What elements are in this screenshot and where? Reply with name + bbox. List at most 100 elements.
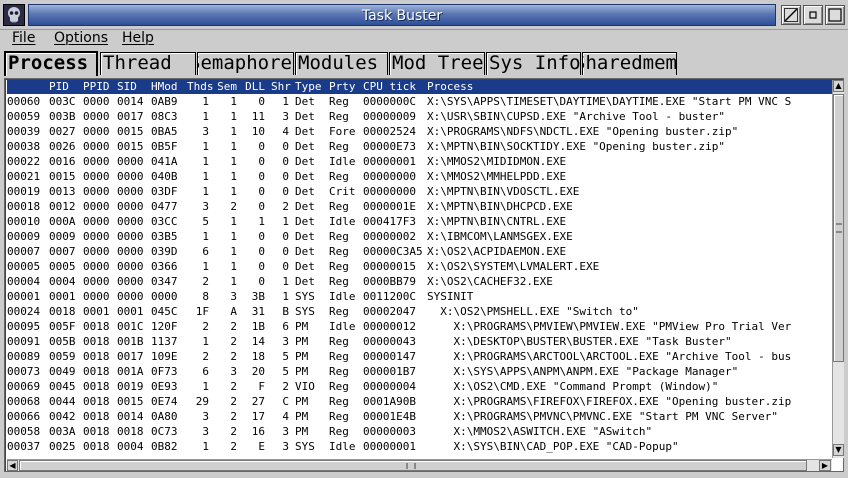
table-cell: Det <box>295 275 315 288</box>
table-cell: E <box>258 440 265 453</box>
table-cell: 0001A90B <box>363 395 416 408</box>
table-cell: PM <box>295 320 309 333</box>
table-row[interactable]: 00059 003B 0000 0017 08C3 1 1 11 3 Det Reg 00000009… <box>7 109 832 124</box>
table-row[interactable]: 00001 0001 0000 0000 0000 8 3 3B 1 SYS Idle 0011200… <box>7 289 832 304</box>
table-cell: 003C <box>49 95 76 108</box>
table-cell: 3 <box>282 110 289 123</box>
table-cell: 00000000 <box>363 170 416 183</box>
table-cell: 00068 <box>7 395 41 408</box>
table-cell: Det <box>295 170 315 183</box>
resize-icon[interactable] <box>781 5 801 25</box>
table-row[interactable]: 00021 0015 0000 0000 040B 1 1 0 0 Det Reg 00000000 X… <box>7 169 832 184</box>
table-cell: 1 <box>230 230 237 243</box>
scroll-down-arrow-icon[interactable]: ▼ <box>833 444 844 456</box>
table-cell: 0000BB79 <box>363 275 416 288</box>
table-row[interactable]: 00039 0027 0000 0015 0BA5 3 1 10 4 Det Fore 0000252… <box>7 124 832 139</box>
table-row[interactable]: 00018 0012 0000 0000 0477 3 2 0 2 Det Reg 0000001E X… <box>7 199 832 214</box>
table-cell: X:\USR\SBIN\CUPSD.EXE "Archive Tool - bu… <box>427 110 726 123</box>
tab-mod-tree[interactable]: Mod Tree <box>389 52 485 75</box>
process-list[interactable]: PID PPID SID HMod Thds Sem DLL Shr Type Prty CPU t… <box>4 78 844 472</box>
table-row[interactable]: 00019 0013 0000 0000 03DF 1 1 0 0 Det Crit 00000000… <box>7 184 832 199</box>
table-cell: 00037 <box>7 440 41 453</box>
vertical-scrollbar[interactable]: ▲ ▼ <box>832 80 844 458</box>
table-cell: 00022 <box>7 155 41 168</box>
table-row[interactable]: 00066 0042 0018 0014 0A80 3 2 17 4 PM Reg 00001E4B … <box>7 409 832 424</box>
tab-thread[interactable]: Thread <box>100 52 196 75</box>
scroll-right-arrow-icon[interactable]: ▶ <box>819 460 831 471</box>
tab-modules[interactable]: Modules <box>295 52 388 75</box>
table-cell: Reg <box>329 245 349 258</box>
table-row[interactable]: 00037 0025 0018 0004 0B82 1 2 E 3 SYS Idle 00000001… <box>7 439 832 454</box>
table-row[interactable]: 00007 0007 0000 0000 039D 6 1 0 0 Det Reg 00000C3A5… <box>7 244 832 259</box>
table-cell: 0477 <box>151 200 178 213</box>
table-row[interactable]: 00060 003C 0000 0014 0AB9 1 1 0 1 Det Reg 0000000C X… <box>7 94 832 109</box>
table-cell: 2 <box>230 350 237 363</box>
table-cell: 29 <box>195 395 209 408</box>
table-row[interactable]: 00009 0009 0000 0000 03B5 1 1 0 0 Det Reg 00000002 X… <box>7 229 832 244</box>
table-row[interactable]: 00068 0044 0018 0015 0E74 29 2 27 C PM Reg 0001A90B… <box>7 394 832 409</box>
vertical-scroll-thumb[interactable] <box>833 94 844 362</box>
table-cell: 0000 <box>117 155 144 168</box>
table-cell: 31 <box>251 305 265 318</box>
table-row[interactable]: 00024 0018 0001 0001 045C 1F A 31 B SYS Reg 0000204… <box>7 304 832 319</box>
table-cell: 00000001 <box>363 155 416 168</box>
title-bar[interactable]: Task Buster <box>0 0 848 30</box>
table-cell: X:\PROGRAMS\PMVIEW\PMVIEW.EXE "PMView Pr… <box>427 320 792 333</box>
table-cell: Det <box>295 230 315 243</box>
table-cell: 003A <box>49 425 76 438</box>
table-row[interactable]: 00022 0016 0000 0000 041A 1 1 0 0 Det Idle 00000001… <box>7 154 832 169</box>
table-cell: 1 <box>282 290 289 303</box>
menu-file[interactable]: File <box>12 30 35 46</box>
table-row[interactable]: 00091 005B 0018 001B 1137 1 2 14 3 PM Reg 00000043 … <box>7 334 832 349</box>
column-header-prty: Prty <box>329 80 356 93</box>
table-row[interactable]: 00089 0059 0018 0017 109E 2 2 18 5 PM Reg 00000147 … <box>7 349 832 364</box>
table-row[interactable]: 00005 0005 0000 0000 0366 1 1 0 0 Det Reg 00000015 X… <box>7 259 832 274</box>
table-cell: 00019 <box>7 185 41 198</box>
table-cell: 2 <box>230 440 237 453</box>
table-cell: Det <box>295 95 315 108</box>
table-cell: 1 <box>282 275 289 288</box>
tab-semaphore[interactable]: Semaphore <box>197 52 294 75</box>
table-cell: 00000002 <box>363 230 416 243</box>
table-cell: 045C <box>151 305 178 318</box>
table-cell: Reg <box>329 170 349 183</box>
table-row[interactable]: 00038 0026 0000 0015 0B5F 1 1 0 0 Det Reg 00000E73 X… <box>7 139 832 154</box>
table-row[interactable]: 00095 005F 0018 001C 120F 2 2 1B 6 PM Idle 00000012… <box>7 319 832 334</box>
table-cell: 20 <box>251 365 265 378</box>
menu-options[interactable]: Options <box>54 30 108 46</box>
table-row[interactable]: 00004 0004 0000 0000 0347 2 1 0 1 Det Reg 0000BB79 X… <box>7 274 832 289</box>
horizontal-scroll-thumb[interactable] <box>19 460 807 471</box>
table-row[interactable]: 00010 000A 0000 0000 03CC 5 1 1 1 Det Idle 000417F3… <box>7 214 832 229</box>
table-cell: 0 <box>282 140 289 153</box>
table-cell: 0000 <box>117 200 144 213</box>
tab-sharedmem[interactable]: Sharedmem <box>582 52 677 75</box>
tab-process[interactable]: Process <box>4 51 98 76</box>
table-cell: 0 <box>258 275 265 288</box>
table-cell: X:\PROGRAMS\FIREFOX\FIREFOX.EXE "Opening… <box>427 395 792 408</box>
table-cell: 6 <box>282 320 289 333</box>
minimize-icon[interactable] <box>803 5 823 25</box>
table-cell: 0007 <box>49 245 76 258</box>
scroll-up-arrow-icon[interactable]: ▲ <box>833 80 844 92</box>
table-cell: 0044 <box>49 395 76 408</box>
table-cell: Reg <box>329 275 349 288</box>
table-row[interactable]: 00058 003A 0018 0018 0C73 3 2 16 3 PM Reg 00000003 … <box>7 424 832 439</box>
table-cell: 0 <box>258 260 265 273</box>
horizontal-scrollbar[interactable]: ◀ ▶ <box>7 459 832 471</box>
scroll-left-arrow-icon[interactable]: ◀ <box>7 460 18 471</box>
table-cell: 08C3 <box>151 110 178 123</box>
table-cell: Det <box>295 200 315 213</box>
table-row[interactable]: 00069 0045 0018 0019 0E93 1 2 F 2 VIO Reg 00000004 … <box>7 379 832 394</box>
table-cell: 0018 <box>117 425 144 438</box>
menu-help[interactable]: Help <box>122 30 154 46</box>
maximize-icon[interactable] <box>825 5 845 25</box>
table-cell: 0013 <box>49 185 76 198</box>
table-cell: 0000 <box>83 170 110 183</box>
table-cell: 2 <box>202 350 209 363</box>
table-cell: Det <box>295 260 315 273</box>
table-cell: 00000009 <box>363 110 416 123</box>
table-cell: 2 <box>202 275 209 288</box>
app-skull-icon[interactable] <box>3 4 25 26</box>
tab-sys-info[interactable]: Sys Info <box>486 52 581 75</box>
table-row[interactable]: 00073 0049 0018 001A 0F73 6 3 20 5 PM Reg 000001B7 … <box>7 364 832 379</box>
